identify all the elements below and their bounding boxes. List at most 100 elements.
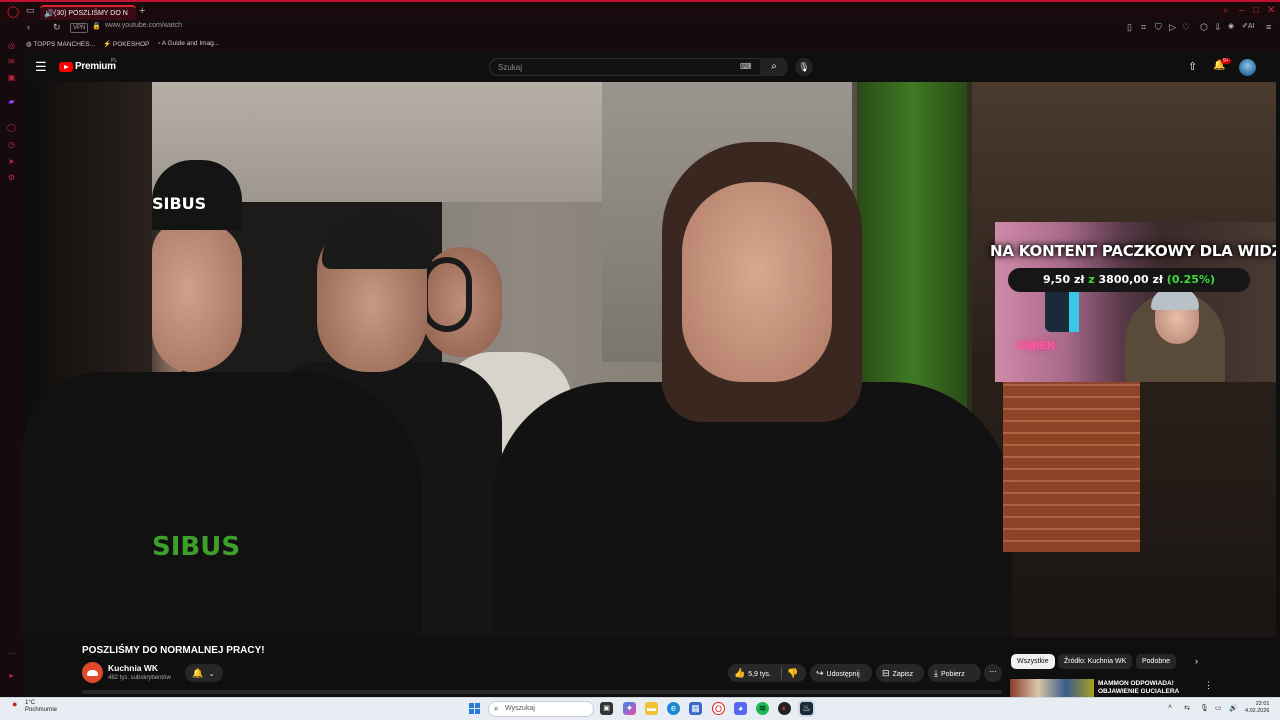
start-button[interactable] — [469, 703, 480, 714]
downloads-icon[interactable]: ⇩ — [1214, 22, 1222, 33]
discord-icon[interactable]: ◕ — [734, 702, 747, 715]
steam-icon[interactable]: ♨ — [800, 702, 813, 715]
more-options-icon[interactable]: ⋮ — [1204, 680, 1213, 691]
like-icon[interactable]: 👍 — [734, 668, 745, 678]
url-field[interactable]: www.youtube.com/watch — [105, 22, 182, 29]
bell-icon: 🔔 — [192, 668, 204, 678]
store-icon[interactable]: ▦ — [689, 702, 702, 715]
search-button[interactable]: ⌕ — [760, 58, 788, 76]
maximize-icon[interactable]: □ — [1253, 5, 1259, 16]
extensions-icon[interactable]: ⬡ — [1200, 22, 1208, 33]
bookmark-item[interactable]: ◍ TOPPS MANCHES... — [26, 40, 95, 48]
keyboard-icon[interactable]: ⌨ — [740, 62, 752, 71]
notification-badge: 9+ — [1221, 58, 1231, 64]
chip-related[interactable]: Podobne — [1136, 654, 1177, 669]
snapshot-icon[interactable]: ⌗ — [1141, 22, 1146, 33]
network-icon[interactable]: ⇆ — [1184, 704, 1190, 712]
video-scene — [422, 257, 472, 332]
chevron-up-icon[interactable]: ˄ — [1168, 704, 1172, 711]
donation-separator: z — [1088, 273, 1095, 286]
browser-tab-bar: ◯ ▭ 🔊 (30) POSZLIŚMY DO N + ⌕ – □ ✕ — [0, 0, 1280, 22]
scrollbar[interactable] — [82, 690, 1002, 694]
microphone-icon[interactable]: 🎙 — [795, 58, 813, 76]
menu-icon[interactable]: ☰ — [35, 60, 47, 73]
menu-icon[interactable]: ≡ — [1266, 22, 1271, 32]
copilot-icon[interactable]: ✦ — [623, 702, 636, 715]
back-icon[interactable]: ‹ — [27, 22, 30, 32]
recommendation-thumbnail[interactable] — [1010, 679, 1094, 697]
upload-icon[interactable]: ⇧ — [1188, 60, 1197, 73]
more-icon[interactable]: ⋯ — [7, 649, 16, 658]
address-bar: ‹ ↻ VPN 🔒 www.youtube.com/watch ▯ ⌗ ⛉ ▷ … — [0, 20, 1280, 37]
donation-goal-bar: 9,50 zł z 3800,00 zł (0.25%) — [1008, 268, 1250, 292]
youtube-premium-label[interactable]: Premium — [75, 61, 116, 72]
ai-label: AI — [1247, 23, 1255, 30]
bookmark-label: TOPPS MANCHES... — [33, 41, 96, 48]
chevron-right-icon[interactable]: › — [1195, 656, 1198, 666]
history-icon[interactable]: ◷ — [7, 140, 16, 149]
app-icon[interactable]: ◐ — [778, 702, 791, 715]
twitch-icon[interactable]: ▰ — [7, 97, 16, 106]
play-icon[interactable]: ▷ — [1169, 22, 1176, 33]
donation-amount: 9,50 zł — [1042, 273, 1085, 286]
instagram-icon[interactable]: ▣ — [7, 73, 16, 82]
minimize-icon[interactable]: – — [1239, 5, 1245, 16]
camera-icon[interactable]: ◉ — [1228, 22, 1234, 30]
microphone-icon[interactable]: 🎙 — [1200, 704, 1209, 712]
opera-icon[interactable]: O — [712, 702, 725, 715]
bookmark-item[interactable]: ⚡ POKESHOP — [103, 40, 149, 48]
weather-icon[interactable]: ● — [12, 700, 21, 709]
task-view-icon[interactable]: ▣ — [600, 702, 613, 715]
chip-source[interactable]: Źródło: Kuchnia WK — [1058, 654, 1133, 669]
close-icon[interactable]: ✕ — [1267, 5, 1275, 16]
weather-widget[interactable]: 1°C Pochmurnie — [25, 700, 57, 714]
edge-icon[interactable]: e — [667, 702, 680, 715]
subscribed-notifications-button[interactable]: 🔔 ⌄ — [185, 664, 223, 682]
youtube-logo-icon[interactable] — [59, 62, 73, 72]
ai-button[interactable]: ✐AI — [1242, 22, 1255, 30]
channel-avatar[interactable] — [82, 662, 103, 683]
taskbar-search[interactable]: ⌕ Wyszukaj — [488, 701, 594, 717]
opera-logo-icon[interactable]: ◯ — [7, 5, 19, 18]
temperature: 1°C — [25, 700, 36, 706]
share-icon: ↪ — [816, 668, 824, 678]
shield-icon[interactable]: ⛉ — [1155, 22, 1162, 33]
dislike-icon[interactable]: 👎 — [787, 664, 798, 682]
volume-icon[interactable]: 🔊 — [1229, 704, 1238, 712]
messenger-icon[interactable]: ✉ — [7, 57, 16, 66]
chip-all[interactable]: Wszystkie — [1011, 654, 1055, 669]
settings-icon[interactable]: ⚙ — [7, 173, 16, 182]
new-tab-button[interactable]: + — [139, 5, 145, 17]
recommendation-title[interactable]: MAMMON ODPOWIADA! OBJAWIENIE GUCIALERA — [1098, 680, 1188, 696]
search-icon: ⌕ — [494, 704, 499, 713]
video-scene — [22, 372, 422, 637]
channel-name[interactable]: Kuchnia WK — [108, 663, 158, 673]
send-icon[interactable]: ➤ — [7, 157, 16, 166]
like-count[interactable]: 5,9 tys. — [748, 671, 771, 678]
download-button[interactable]: ⤓ Pobierz — [928, 664, 981, 682]
bookmark-item[interactable]: ▫ A Guide and Imag... — [158, 40, 219, 47]
more-actions-button[interactable]: ⋯ — [984, 664, 1002, 682]
speaker-icon[interactable]: 🔊 — [44, 7, 54, 20]
bookmark-icon[interactable]: ▯ — [1127, 22, 1132, 33]
share-button[interactable]: ↪ Udostępnij — [810, 664, 872, 682]
collapse-icon[interactable]: ▸ — [7, 671, 16, 680]
search-tabs-icon[interactable]: ⌕ — [1223, 5, 1229, 16]
spotify-icon[interactable]: ≋ — [756, 702, 769, 715]
workspaces-icon[interactable]: ▭ — [26, 5, 35, 16]
heart-icon[interactable]: ♡ — [1182, 22, 1190, 33]
aria-icon[interactable]: ◎ — [7, 41, 16, 50]
file-explorer-icon[interactable]: ▬ — [645, 702, 658, 715]
vpn-badge[interactable]: VPN — [70, 23, 89, 33]
shirt-logo-text: SIBUS — [152, 532, 241, 562]
video-scene — [682, 182, 832, 382]
clock[interactable]: 22:01 4.02.2026 — [1245, 701, 1269, 715]
pinboard-icon[interactable]: ◯ — [7, 123, 16, 132]
monitor-icon[interactable]: ▭ — [1215, 704, 1222, 712]
video-player[interactable]: SIBUS SIBUS GIBIEN NA KONTENT PACZKOWY D… — [22, 82, 1276, 637]
neon-sign: GIBIEN — [1017, 340, 1055, 352]
save-button[interactable]: ⊟ Zapisz — [876, 664, 924, 682]
microphone-light — [1069, 292, 1079, 332]
avatar[interactable] — [1239, 59, 1256, 76]
reload-icon[interactable]: ↻ — [53, 22, 61, 33]
